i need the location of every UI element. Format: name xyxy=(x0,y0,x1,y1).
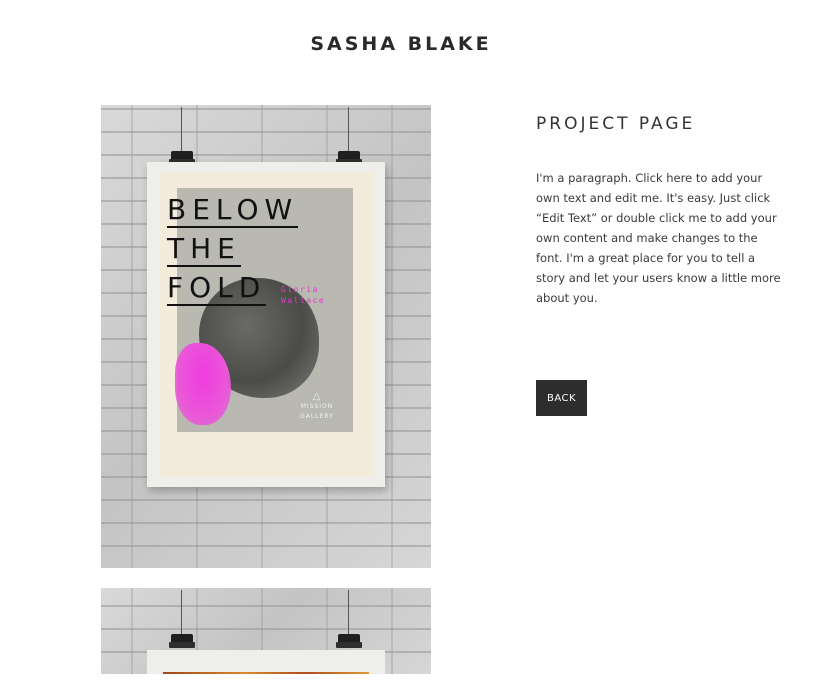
poster-frame xyxy=(147,650,385,674)
poster-artist-name: Gloria Wallace xyxy=(281,285,326,305)
project-image-2[interactable] xyxy=(101,588,431,674)
poster-headline-line: FOLD xyxy=(167,271,267,306)
brick-line xyxy=(391,588,393,674)
poster-headline-line: BELOW xyxy=(167,193,299,228)
poster-artwork xyxy=(163,672,369,674)
poster-frame: BELOW THE FOLD Gloria Wallace △ MISSION … xyxy=(147,162,385,487)
back-button[interactable]: BACK xyxy=(536,380,587,416)
brick-line xyxy=(131,105,133,568)
mountain-icon: △ xyxy=(312,391,322,402)
poster-mat: BELOW THE FOLD Gloria Wallace △ MISSION … xyxy=(159,172,373,477)
gallery-name-line: MISSION xyxy=(300,403,334,410)
project-description: I'm a paragraph. Click here to add your … xyxy=(536,171,781,305)
binder-clip-left xyxy=(169,590,195,650)
site-title[interactable]: SASHA BLAKE xyxy=(0,33,802,55)
gallery-logo: △ MISSION GALLERY xyxy=(297,392,337,422)
gallery-name-line: GALLERY xyxy=(300,413,334,420)
poster-artwork: BELOW THE FOLD Gloria Wallace △ MISSION … xyxy=(167,188,353,432)
brick-line xyxy=(391,105,393,568)
poster-headline-line: THE xyxy=(167,232,241,267)
brick-line xyxy=(131,588,133,674)
binder-clip-right xyxy=(336,590,362,650)
project-image-1[interactable]: BELOW THE FOLD Gloria Wallace △ MISSION … xyxy=(101,105,431,568)
project-title: PROJECT PAGE xyxy=(536,114,696,134)
